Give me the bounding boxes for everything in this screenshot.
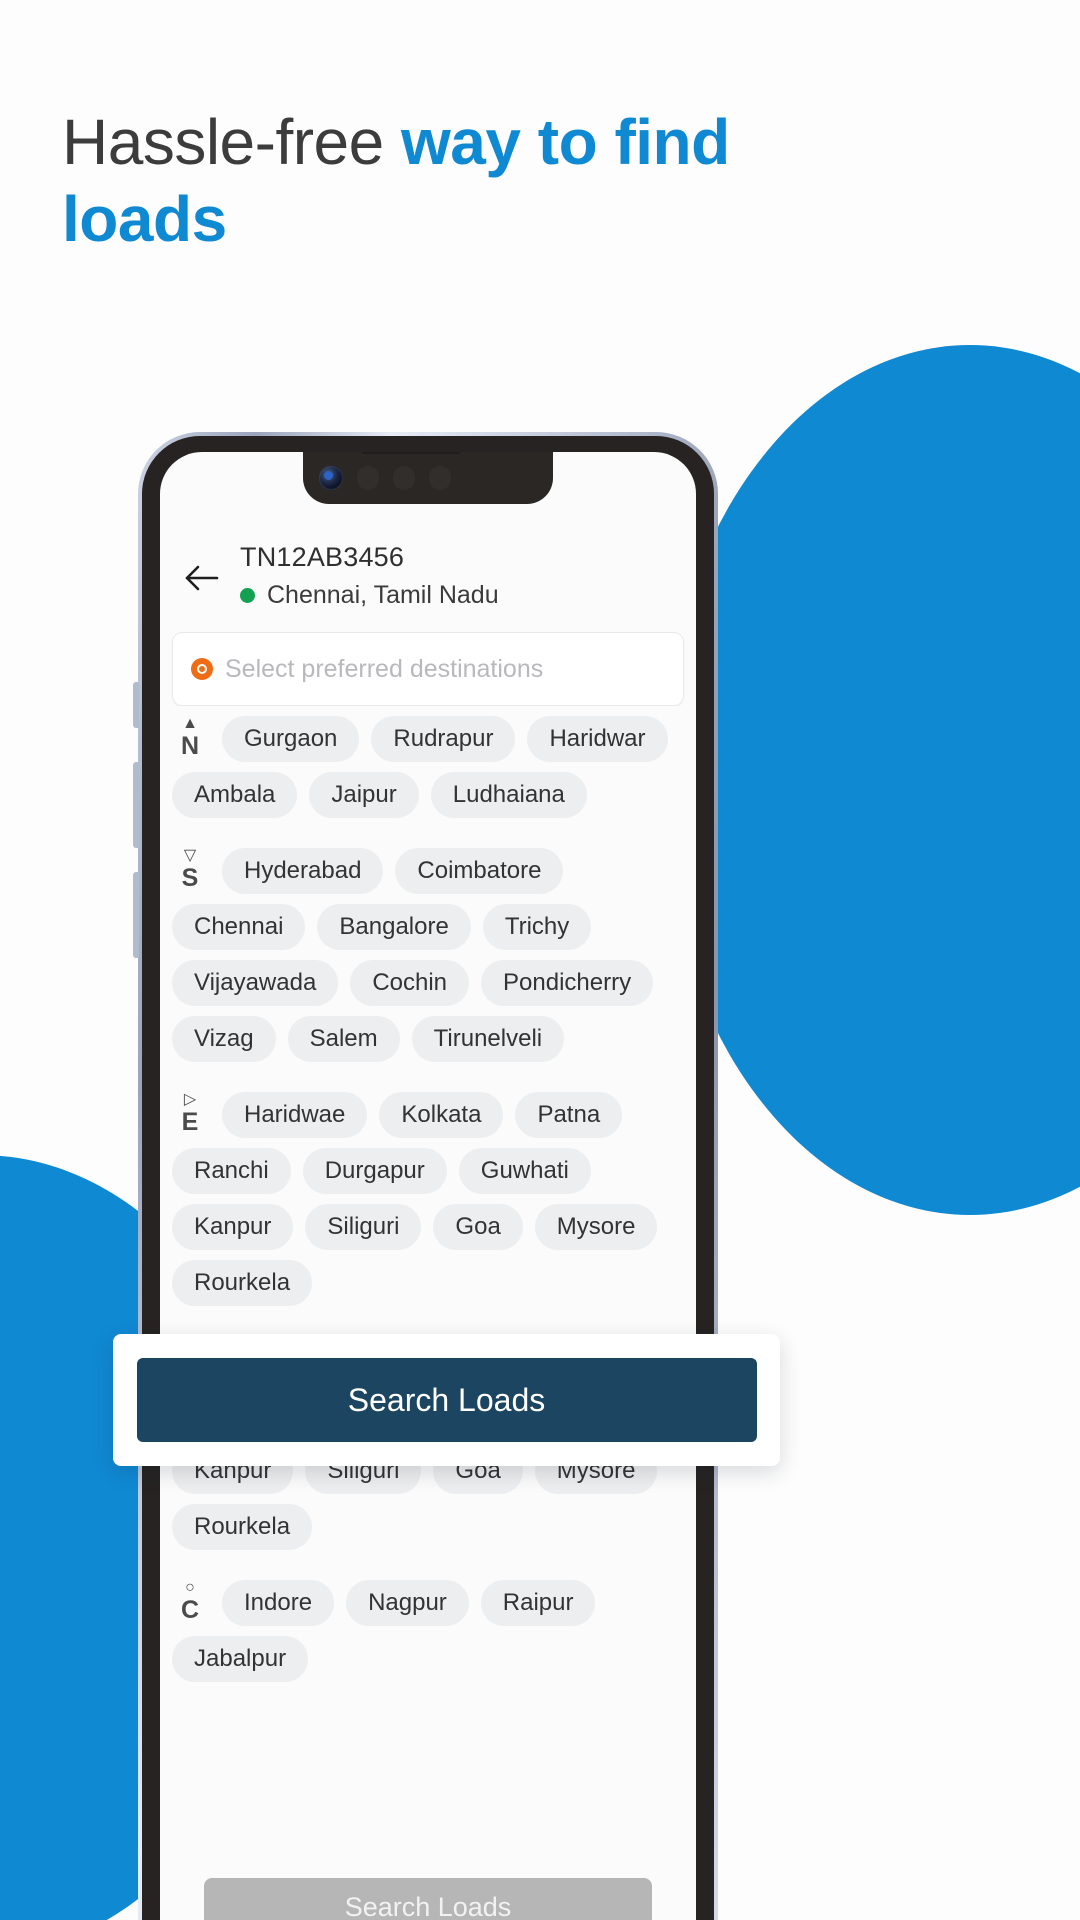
destination-chip[interactable]: Coimbatore xyxy=(395,848,564,894)
destination-chip[interactable]: Vijayawada xyxy=(172,960,339,1006)
location-pin-icon xyxy=(191,658,213,680)
phone-volume-down-button[interactable] xyxy=(133,872,139,958)
vehicle-number: TN12AB3456 xyxy=(240,542,405,572)
destination-chip[interactable]: Goa xyxy=(433,1204,523,1250)
search-loads-button[interactable]: Search Loads xyxy=(136,1358,757,1442)
destination-chip[interactable]: Guwhati xyxy=(458,1148,591,1194)
back-button[interactable] xyxy=(182,558,222,598)
green-dot-icon xyxy=(240,588,255,603)
search-loads-card: Search Loads xyxy=(113,1334,780,1466)
decorative-blob-right xyxy=(660,345,1080,1215)
earpiece-speaker-icon xyxy=(361,452,461,454)
destination-chip[interactable]: Gurgaon xyxy=(222,716,360,762)
destination-chip[interactable]: Raipur xyxy=(480,1580,596,1626)
destination-chip[interactable]: Hyderabad xyxy=(222,848,384,894)
promo-screenshot: Hassle-free way to find loads TN12AB3456… xyxy=(0,0,1080,1920)
destination-chip[interactable]: Siliguri xyxy=(305,1204,422,1250)
phone-frame: TN12AB3456 Chennai, Tamil Nadu Select pr… xyxy=(133,432,718,1920)
destination-chip[interactable]: Ambala xyxy=(172,772,298,818)
destination-chip[interactable]: Bangalore xyxy=(317,904,471,950)
phone-notch xyxy=(303,452,553,504)
current-location-label: Chennai, Tamil Nadu xyxy=(267,581,499,609)
destination-chip[interactable]: Rudrapur xyxy=(371,716,516,762)
compass-central-icon: ○ C xyxy=(172,1579,208,1624)
search-section: Select preferred destinations xyxy=(160,610,696,706)
direction-group-central: ○ C Indore Nagpur Raipur Jabalpur xyxy=(172,1579,684,1682)
face-id-sensor-icon xyxy=(429,466,451,490)
phone-mockup: TN12AB3456 Chennai, Tamil Nadu Select pr… xyxy=(133,432,718,1920)
destination-chip[interactable]: Ranchi xyxy=(172,1148,291,1194)
proximity-sensor-icon xyxy=(357,466,379,490)
direction-group-east: ▷ E Haridwae Kolkata Patna Ranchi Durgapur Guwh… xyxy=(172,1091,684,1306)
destination-chip[interactable]: Salem xyxy=(287,1016,400,1062)
compass-south-icon: ▽ S xyxy=(172,847,208,892)
destination-chip[interactable]: Vizag xyxy=(172,1016,276,1062)
destination-chip[interactable]: Nagpur xyxy=(346,1580,469,1626)
destination-chip[interactable]: Pondicherry xyxy=(481,960,654,1006)
destination-search-input[interactable]: Select preferred destinations xyxy=(172,632,684,706)
destination-chip[interactable]: Haridwar xyxy=(527,716,668,762)
destination-chip[interactable]: Trichy xyxy=(482,904,592,950)
destination-chip[interactable]: Mysore xyxy=(534,1204,658,1250)
direction-chip-list[interactable]: ▲ N Gurgaon Rudrapur Haridwar Ambala Jaipur Lud… xyxy=(160,706,696,1682)
destination-chip[interactable]: Patna xyxy=(515,1092,623,1138)
destination-chip[interactable]: Indore xyxy=(222,1580,335,1626)
destination-search-placeholder: Select preferred destinations xyxy=(225,654,544,683)
direction-group-north: ▲ N Gurgaon Rudrapur Haridwar Ambala Jaipur Lud… xyxy=(172,715,684,818)
compass-letter: E xyxy=(181,1107,199,1136)
destination-chip[interactable]: Haridwae xyxy=(222,1092,368,1138)
phone-mute-switch[interactable] xyxy=(133,682,139,728)
arrow-left-icon xyxy=(185,565,219,591)
compass-east-icon: ▷ E xyxy=(172,1091,208,1136)
destination-chip[interactable]: Jaipur xyxy=(309,772,419,818)
compass-letter: N xyxy=(180,731,200,760)
compass-letter: C xyxy=(180,1595,200,1624)
headline-plain: Hassle-free xyxy=(62,106,401,178)
phone-screen: TN12AB3456 Chennai, Tamil Nadu Select pr… xyxy=(160,452,696,1920)
destination-chip[interactable]: Rourkela xyxy=(172,1260,313,1306)
destination-chip[interactable]: Jabalpur xyxy=(172,1636,309,1682)
compass-letter: S xyxy=(181,863,199,892)
destination-chip[interactable]: Kolkata xyxy=(379,1092,504,1138)
destination-chip[interactable]: Chennai xyxy=(172,904,306,950)
destination-chip[interactable]: Cochin xyxy=(350,960,470,1006)
page-title: Hassle-free way to find loads xyxy=(62,104,802,258)
direction-group-south: ▽ S Hyderabad Coimbatore Chennai Bangalore Tri… xyxy=(172,847,684,1062)
current-location-row: Chennai, Tamil Nadu xyxy=(240,581,499,610)
destination-chip[interactable]: Rourkela xyxy=(172,1504,313,1550)
destination-chip[interactable]: Kanpur xyxy=(172,1204,294,1250)
ambient-light-sensor-icon xyxy=(393,466,415,490)
secondary-search-loads-button[interactable]: Search Loads xyxy=(204,1878,652,1920)
header-texts: TN12AB3456 Chennai, Tamil Nadu xyxy=(240,538,499,610)
destination-chip[interactable]: Tirunelveli xyxy=(411,1016,565,1062)
destination-chip[interactable]: Ludhaiana xyxy=(430,772,587,818)
front-camera-icon xyxy=(319,466,343,490)
phone-volume-up-button[interactable] xyxy=(133,762,139,848)
compass-north-icon: ▲ N xyxy=(172,715,208,760)
destination-chip[interactable]: Durgapur xyxy=(302,1148,447,1194)
